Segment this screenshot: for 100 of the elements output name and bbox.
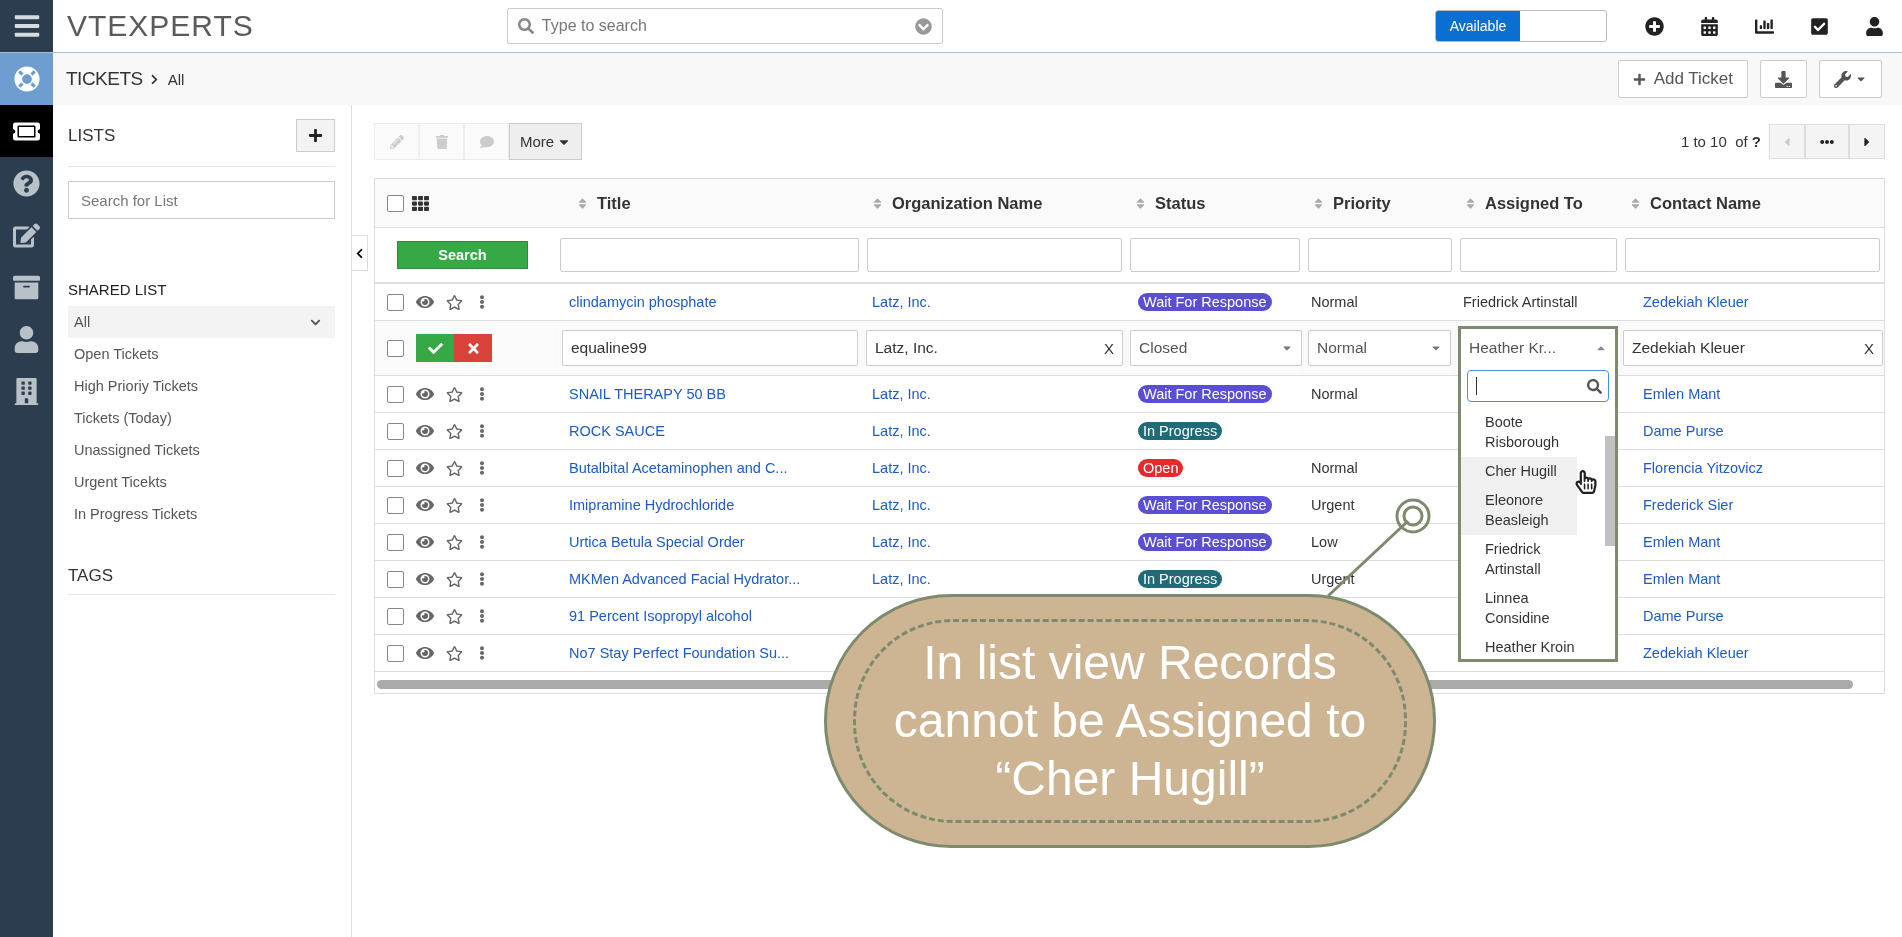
global-search-field[interactable]: Type to search <box>506 8 943 44</box>
checkbox[interactable] <box>387 607 404 625</box>
save-button[interactable] <box>416 334 454 362</box>
scrollbar[interactable] <box>1605 436 1615 546</box>
availability-toggle[interactable]: Available <box>1435 10 1607 42</box>
grid-icon[interactable] <box>412 194 429 212</box>
ticket-title-link[interactable]: SNAIL THERAPY 50 BB <box>569 386 726 402</box>
eye-icon[interactable] <box>416 496 434 514</box>
menu-icon[interactable] <box>0 0 53 52</box>
dropdown-search-field[interactable] <box>1467 370 1609 402</box>
ticket-icon[interactable] <box>0 105 53 157</box>
ticket-title-link[interactable]: Butalbital Acetaminophen and C... <box>569 460 788 476</box>
checkbox[interactable] <box>387 385 404 403</box>
ticket-title-link[interactable]: Urtica Betula Special Order <box>569 534 745 550</box>
column-header[interactable]: Contact Name <box>1650 193 1761 213</box>
checkbox[interactable] <box>387 570 404 588</box>
add-list-button[interactable] <box>296 119 335 152</box>
settings-button[interactable] <box>1819 60 1882 98</box>
column-header[interactable]: Title <box>597 193 631 213</box>
dropdown-option[interactable]: Friedrick Artinstall <box>1461 535 1577 584</box>
next-page-button[interactable] <box>1849 124 1885 159</box>
star-icon[interactable] <box>446 459 463 477</box>
contact-link[interactable]: Emlen Mant <box>1643 571 1721 587</box>
star-icon[interactable] <box>446 607 463 625</box>
checkbox[interactable] <box>387 644 404 662</box>
star-icon[interactable] <box>446 293 463 311</box>
contact-link[interactable]: Frederick Sier <box>1643 497 1734 513</box>
contact-link[interactable]: Dame Purse <box>1643 608 1724 624</box>
eye-icon[interactable] <box>416 570 434 588</box>
contact-link[interactable]: Zedekiah Kleuer <box>1643 645 1749 661</box>
list-item[interactable]: Tickets (Today) <box>68 402 335 434</box>
checkbox[interactable] <box>387 496 404 514</box>
list-item[interactable]: Urgent Ticekts <box>68 466 335 498</box>
column-header[interactable]: Priority <box>1333 193 1391 213</box>
eye-icon[interactable] <box>416 644 434 662</box>
ticket-title-link[interactable]: Imipramine Hydrochloride <box>569 497 735 513</box>
star-icon[interactable] <box>446 385 463 403</box>
column-filter-field[interactable] <box>1130 238 1300 272</box>
ticket-title-link[interactable]: 91 Percent Isopropyl alcohol <box>569 608 752 624</box>
ticket-title-link[interactable]: ROCK SAUCE <box>569 423 665 439</box>
contact-link[interactable]: Emlen Mant <box>1643 534 1721 550</box>
column-filter-field[interactable] <box>867 238 1122 272</box>
column-filter-field[interactable] <box>1625 238 1880 272</box>
star-icon[interactable] <box>446 644 463 662</box>
eye-icon[interactable] <box>416 422 434 440</box>
list-item[interactable]: All <box>68 306 335 338</box>
organization-link[interactable]: Latz, Inc. <box>872 571 931 587</box>
checkbox[interactable] <box>387 293 404 311</box>
star-icon[interactable] <box>446 422 463 440</box>
organization-link[interactable]: Latz, Inc. <box>872 294 931 310</box>
contact-link[interactable]: Dame Purse <box>1643 423 1724 439</box>
column-filter-field[interactable] <box>560 238 859 272</box>
list-item[interactable]: High Prioriy Tickets <box>68 370 335 402</box>
eye-icon[interactable] <box>416 385 434 403</box>
dropdown-option[interactable]: Eleonore Beasleigh <box>1461 486 1577 535</box>
organization-link[interactable]: Latz, Inc. <box>872 386 931 402</box>
ticket-title-link[interactable]: MKMen Advanced Facial Hydrator... <box>569 571 801 587</box>
cancel-button[interactable] <box>454 334 492 362</box>
eye-icon[interactable] <box>416 293 434 311</box>
checkbox[interactable] <box>387 194 404 212</box>
priority-select[interactable]: Normal <box>1308 330 1451 366</box>
download-button[interactable] <box>1760 60 1807 98</box>
dropdown-option[interactable]: Heather Kroin <box>1461 633 1577 659</box>
eye-icon[interactable] <box>416 607 434 625</box>
eye-icon[interactable] <box>416 459 434 477</box>
list-search-field[interactable]: Search for List <box>68 181 335 219</box>
star-icon[interactable] <box>446 570 463 588</box>
page-options-button[interactable] <box>1805 124 1849 159</box>
ticket-title-link[interactable]: No7 Stay Perfect Foundation Su... <box>569 645 790 661</box>
list-item[interactable]: In Progress Tickets <box>68 498 335 530</box>
column-filter-field[interactable] <box>1460 238 1617 272</box>
star-icon[interactable] <box>446 496 463 514</box>
list-item[interactable]: Unassigned Tickets <box>68 434 335 466</box>
collapse-button[interactable] <box>352 235 368 271</box>
dropdown-option[interactable]: Boote Risborough <box>1461 408 1577 457</box>
column-header[interactable]: Status <box>1155 193 1206 213</box>
more-button[interactable]: More <box>509 123 583 160</box>
checkbox[interactable] <box>387 422 404 440</box>
ticket-title-link[interactable]: clindamycin phosphate <box>569 294 717 310</box>
module-title[interactable]: TICKETS <box>66 68 143 90</box>
status-select[interactable]: Closed <box>1130 330 1302 366</box>
checkbox[interactable] <box>387 459 404 477</box>
checkbox[interactable] <box>387 339 404 357</box>
title-input[interactable]: equaline99 <box>562 330 858 366</box>
star-icon[interactable] <box>446 533 463 551</box>
contact-link[interactable]: Emlen Mant <box>1643 386 1721 402</box>
checkbox[interactable] <box>387 533 404 551</box>
eye-icon[interactable] <box>416 533 434 551</box>
dropdown-option[interactable]: Cher Hugill <box>1461 457 1577 486</box>
column-filter-field[interactable] <box>1308 238 1452 272</box>
organization-link[interactable]: Latz, Inc. <box>872 423 931 439</box>
add-ticket-button[interactable]: Add Ticket <box>1617 60 1748 98</box>
organization-field[interactable]: Latz, Inc. X <box>866 330 1123 366</box>
dropdown-option[interactable]: Linnea Considine <box>1461 584 1577 633</box>
organization-link[interactable]: Latz, Inc. <box>872 534 931 550</box>
organization-link[interactable]: Latz, Inc. <box>872 497 931 513</box>
contact-field[interactable]: Zedekiah Kleuer X <box>1623 330 1883 366</box>
list-item[interactable]: Open Tickets <box>68 338 335 370</box>
organization-link[interactable]: Latz, Inc. <box>872 460 931 476</box>
contact-link[interactable]: Florencia Yitzovicz <box>1643 460 1764 476</box>
